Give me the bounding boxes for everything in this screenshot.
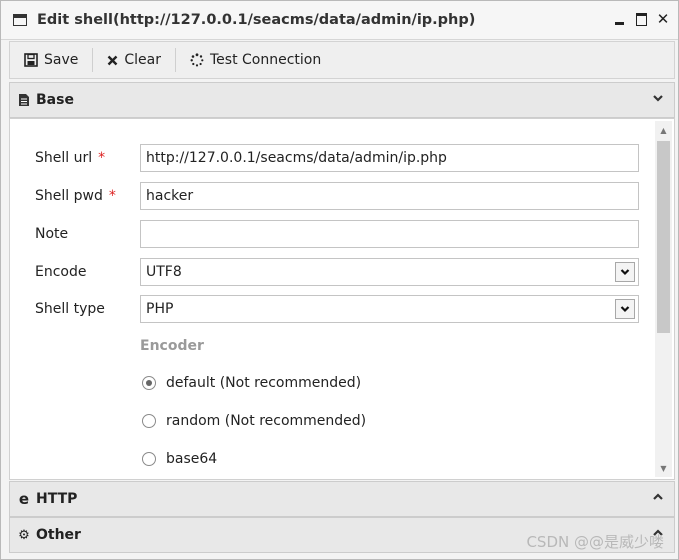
- shell-type-value: PHP: [146, 301, 174, 317]
- clear-label: Clear: [124, 52, 161, 68]
- scroll-up-arrow-icon[interactable]: ▲: [655, 123, 672, 137]
- section-title-base: Base: [36, 92, 74, 108]
- shell-pwd-label: Shell pwd *: [35, 188, 116, 204]
- test-connection-label: Test Connection: [210, 52, 322, 68]
- test-connection-button[interactable]: Test Connection: [176, 42, 335, 78]
- scroll-down-arrow-icon[interactable]: ▼: [655, 461, 672, 475]
- maximize-icon: [635, 12, 647, 26]
- section-header-http[interactable]: e HTTP: [9, 481, 675, 517]
- edge-icon: e: [18, 490, 30, 508]
- shell-url-label: Shell url *: [35, 150, 106, 166]
- shell-url-row: Shell url * http://127.0.0.1/seacms/data/…: [10, 143, 650, 173]
- gears-icon: ⚙: [18, 527, 30, 543]
- chevron-up-icon: [653, 493, 663, 500]
- shell-type-dropdown-button[interactable]: [615, 299, 635, 319]
- window-icon: [13, 14, 27, 26]
- window-title: Edit shell(http://127.0.0.1/seacms/data/…: [37, 12, 476, 28]
- chevron-down-icon: [653, 95, 663, 102]
- radio-button[interactable]: [142, 414, 156, 428]
- radio-button[interactable]: [142, 452, 156, 466]
- required-mark: *: [108, 188, 116, 204]
- encoder-option-label: random (Not recommended): [166, 413, 367, 429]
- encoder-fieldset-label: Encoder: [140, 338, 204, 354]
- maximize-button[interactable]: [634, 11, 648, 27]
- chevron-down-icon: [620, 306, 630, 313]
- floppy-icon: [24, 53, 38, 67]
- window-controls: ✕: [612, 10, 670, 28]
- close-button[interactable]: ✕: [656, 10, 670, 28]
- encoder-option-random[interactable]: random (Not recommended): [142, 413, 366, 429]
- shell-url-input[interactable]: http://127.0.0.1/seacms/data/admin/ip.ph…: [140, 144, 639, 172]
- section-header-base[interactable]: Base: [9, 82, 675, 118]
- section-title-http: HTTP: [36, 491, 78, 507]
- close-icon: [108, 55, 118, 65]
- shell-pwd-row: Shell pwd * hacker: [10, 181, 650, 211]
- section-title-other: Other: [36, 527, 81, 543]
- base-section-panel: Shell url * http://127.0.0.1/seacms/data/…: [9, 118, 675, 480]
- toolbar: Save Clear Test Connection: [9, 41, 675, 79]
- clear-button[interactable]: Clear: [93, 42, 175, 78]
- encode-value: UTF8: [146, 264, 182, 280]
- shell-type-row: Shell type PHP: [10, 294, 650, 324]
- shell-pwd-input[interactable]: hacker: [140, 182, 639, 210]
- minimize-icon: [614, 21, 624, 25]
- note-row: Note: [10, 219, 650, 249]
- scrollbar-thumb[interactable]: [657, 141, 670, 333]
- close-icon: ✕: [656, 10, 670, 28]
- required-mark: *: [98, 150, 106, 166]
- title-bar[interactable]: Edit shell(http://127.0.0.1/seacms/data/…: [1, 1, 678, 40]
- encoder-option-default[interactable]: default (Not recommended): [142, 375, 361, 391]
- save-label: Save: [44, 52, 79, 68]
- spinner-icon: [190, 53, 204, 67]
- radio-button-selected[interactable]: [142, 376, 156, 390]
- document-icon: [19, 94, 29, 106]
- encode-dropdown-button[interactable]: [615, 262, 635, 282]
- shell-type-select[interactable]: PHP: [140, 295, 639, 323]
- note-label: Note: [35, 226, 69, 242]
- watermark: CSDN @@是威少喽: [526, 533, 664, 551]
- note-input[interactable]: [140, 220, 639, 248]
- save-button[interactable]: Save: [10, 42, 92, 78]
- encode-row: Encode UTF8: [10, 257, 650, 287]
- encode-select[interactable]: UTF8: [140, 258, 639, 286]
- vertical-scrollbar[interactable]: ▲ ▼: [655, 121, 672, 477]
- encoder-option-label: default (Not recommended): [166, 375, 362, 391]
- encoder-option-base64[interactable]: base64: [142, 451, 217, 467]
- encoder-option-label: base64: [166, 451, 218, 467]
- chevron-down-icon: [620, 269, 630, 276]
- edit-shell-window: Edit shell(http://127.0.0.1/seacms/data/…: [0, 0, 679, 560]
- shell-type-label: Shell type: [35, 301, 105, 317]
- encode-label: Encode: [35, 264, 87, 280]
- minimize-button[interactable]: [612, 11, 626, 27]
